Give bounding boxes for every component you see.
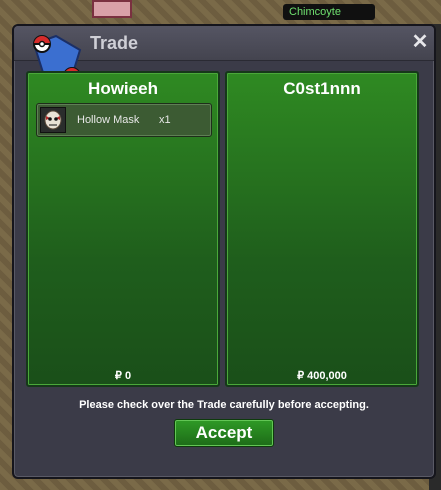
window-title: Trade bbox=[90, 33, 139, 53]
item-quantity: x1 bbox=[159, 114, 171, 126]
player-sprite bbox=[92, 0, 132, 18]
money-offer-right: ₽ 400,000 bbox=[297, 370, 347, 382]
trade-notice: Please check over the Trade carefully be… bbox=[79, 399, 369, 411]
accept-button[interactable]: Accept bbox=[174, 419, 274, 447]
trade-window: Trade ✕ Howieeh Hollow Mask x1 ₽ 0 C0st1… bbox=[12, 24, 436, 479]
hollow-mask-icon bbox=[40, 107, 66, 133]
offer-panel-right: C0st1nnn ₽ 400,000 bbox=[225, 71, 419, 387]
money-offer-left: ₽ 0 bbox=[114, 370, 132, 382]
close-icon[interactable]: ✕ bbox=[410, 32, 430, 52]
trade-item-slot[interactable]: Hollow Mask x1 bbox=[36, 103, 212, 137]
player-name-right: C0st1nnn bbox=[283, 79, 361, 98]
player-name-left: Howieeh bbox=[88, 79, 158, 98]
item-name: Hollow Mask bbox=[77, 114, 140, 126]
offer-panel-left: Howieeh Hollow Mask x1 ₽ 0 bbox=[26, 71, 220, 387]
player-nametag: Chimcoyte bbox=[283, 4, 375, 20]
